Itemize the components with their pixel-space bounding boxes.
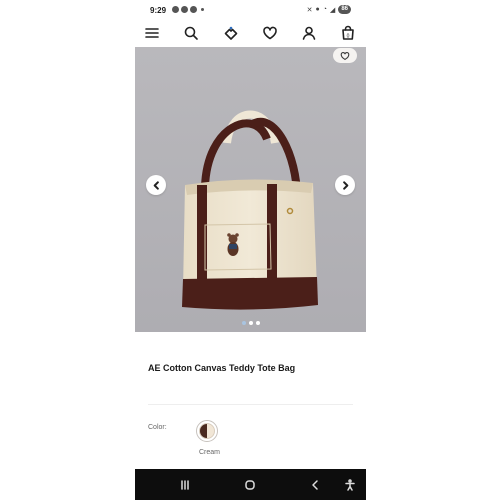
notification-icons <box>172 6 204 13</box>
color-swatch-cream[interactable] <box>196 420 218 442</box>
heart-icon <box>340 51 350 60</box>
back-icon[interactable] <box>307 477 323 493</box>
status-bar: 9:29 ✕ ● ◔ ◢ 86 <box>135 0 366 20</box>
status-time: 9:29 <box>150 6 167 15</box>
product-image <box>135 47 366 332</box>
next-image-button[interactable] <box>335 175 355 195</box>
pagination-dot[interactable] <box>248 321 253 325</box>
top-nav: 0 <box>135 22 366 44</box>
favorites-heart-icon[interactable] <box>261 24 279 42</box>
product-image-gallery[interactable] <box>135 47 366 332</box>
gallery-pagination <box>135 321 366 325</box>
mute-icon: ✕ <box>306 6 313 14</box>
menu-icon[interactable] <box>143 24 161 42</box>
signal-icon: ◢ <box>329 6 336 14</box>
offers-tag-icon[interactable] <box>222 24 240 42</box>
search-icon[interactable] <box>182 24 200 42</box>
wifi-icon: ◔ <box>322 6 327 13</box>
pagination-dot[interactable] <box>255 321 260 325</box>
phone-screen: 9:29 ✕ ● ◔ ◢ 86 0 AE Cotton Canvas Teddy… <box>135 0 366 500</box>
selected-color-name: Cream <box>198 449 220 456</box>
battery-icon: 86 <box>338 5 351 14</box>
location-icon: ● <box>315 6 320 13</box>
system-icons: ✕ ● ◔ ◢ 86 <box>307 5 351 14</box>
system-nav-bar <box>135 469 366 500</box>
chat-icon <box>190 6 197 13</box>
chevron-right-icon <box>342 180 348 190</box>
add-to-favorites-button[interactable] <box>333 48 357 63</box>
product-title: AE Cotton Canvas Teddy Tote Bag <box>148 363 296 373</box>
shopping-bag-icon[interactable]: 0 <box>339 24 357 42</box>
more-notifications-icon <box>201 8 204 11</box>
bag-count: 0 <box>347 33 350 39</box>
account-icon[interactable] <box>300 24 318 42</box>
accessibility-icon[interactable] <box>342 477 358 493</box>
divider <box>148 404 353 405</box>
chevron-left-icon <box>153 180 159 190</box>
swatch-fill <box>199 423 215 439</box>
pagination-dot[interactable] <box>241 321 246 325</box>
previous-image-button[interactable] <box>146 175 166 195</box>
color-label: Color: <box>148 424 167 431</box>
home-icon[interactable] <box>242 477 258 493</box>
recents-icon[interactable] <box>177 477 193 493</box>
message-icon <box>172 6 179 13</box>
chat-icon <box>181 6 188 13</box>
